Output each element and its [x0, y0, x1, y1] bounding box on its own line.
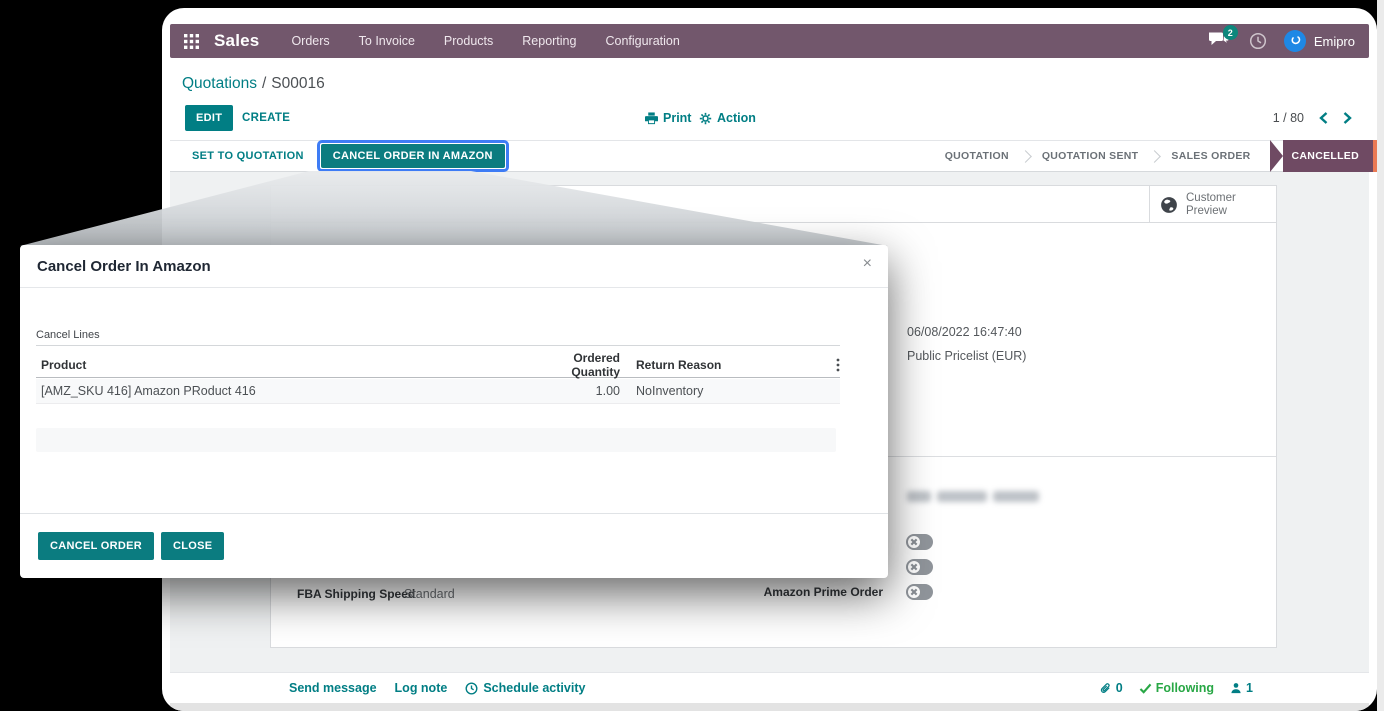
- check-icon: [1139, 683, 1152, 694]
- column-header-ordered-quantity: Ordered Quantity: [571, 350, 620, 379]
- cancel-lines-label: Cancel Lines: [36, 329, 100, 341]
- gear-icon: [699, 112, 712, 124]
- highlight-outline: CANCEL ORDER IN AMAZON: [316, 140, 509, 172]
- toggle-off-icon[interactable]: [906, 559, 933, 575]
- avatar: [1283, 30, 1306, 52]
- printer-icon: [645, 111, 658, 124]
- action-menu[interactable]: Action: [699, 111, 756, 125]
- empty-row-stripe: [36, 428, 836, 452]
- cancel-order-button[interactable]: CANCEL ORDER: [38, 532, 155, 560]
- close-button[interactable]: CLOSE: [161, 532, 225, 560]
- pager-value: 1 / 80: [1272, 111, 1304, 125]
- chatter-actions: Send message Log note Schedule activity: [289, 673, 585, 703]
- cancel-order-modal: Cancel Order In Amazon × Cancel Lines Pr…: [20, 245, 888, 578]
- modal-close-icon[interactable]: ×: [863, 255, 872, 273]
- window-bottom-strip: [170, 703, 1369, 711]
- nav-item-configuration[interactable]: Configuration: [605, 34, 679, 48]
- pager-next-icon[interactable]: [1343, 112, 1352, 124]
- table-row[interactable]: [AMZ_SKU 416] Amazon PRoduct 416 1.00 No…: [36, 379, 840, 404]
- following-button[interactable]: Following: [1139, 681, 1214, 695]
- create-button[interactable]: CREATE: [242, 112, 290, 124]
- cell-return-reason: NoInventory: [636, 384, 704, 398]
- fba-shipping-speed-label: FBA Shipping Speed: [297, 587, 416, 601]
- redacted-value: [907, 491, 1039, 502]
- attachments-button[interactable]: 0: [1099, 681, 1123, 695]
- attachments-count: 0: [1115, 681, 1123, 695]
- print-label: Print: [663, 111, 692, 125]
- schedule-activity-label: Schedule activity: [483, 681, 586, 695]
- sheet-header-row: Customer Preview: [271, 186, 1276, 223]
- breadcrumb: Quotations / S00016: [182, 72, 325, 96]
- column-header-product: Product: [41, 357, 87, 372]
- modal-header: Cancel Order In Amazon ×: [20, 245, 888, 288]
- breadcrumb-quotations-link[interactable]: Quotations: [182, 75, 257, 93]
- apps-menu-icon[interactable]: [184, 33, 199, 49]
- app-title: Sales: [214, 31, 260, 50]
- amazon-prime-order-label: Amazon Prime Order: [763, 585, 883, 599]
- form-statusbar: SET TO QUOTATION CANCEL ORDER IN AMAZON …: [170, 140, 1377, 172]
- nav-item-orders[interactable]: Orders: [291, 34, 329, 48]
- cell-product: [AMZ_SKU 416] Amazon PRoduct 416: [41, 384, 256, 398]
- person-icon: [1231, 683, 1241, 694]
- pager: 1 / 80: [1273, 111, 1352, 125]
- section-separator: [36, 345, 840, 346]
- user-name: Emipro: [1313, 33, 1355, 49]
- control-panel: EDIT CREATE Print Action 1 / 80: [162, 100, 1377, 140]
- emipro-logo-icon: [1291, 36, 1301, 45]
- set-to-quotation-button[interactable]: SET TO QUOTATION: [192, 150, 304, 162]
- chatter-bar: Send message Log note Schedule activity: [170, 673, 1369, 703]
- following-label: Following: [1155, 681, 1215, 695]
- edit-button[interactable]: EDIT: [185, 105, 234, 131]
- toggle-off-icon[interactable]: [906, 534, 933, 550]
- order-date-value: 06/08/2022 16:47:40: [907, 325, 1022, 339]
- activities-clock-icon[interactable]: [1249, 32, 1267, 50]
- screenshot-canvas: Sales Orders To Invoice Products Reporti…: [0, 0, 1384, 711]
- globe-icon: [1161, 196, 1177, 213]
- status-step-cancelled[interactable]: CANCELLED: [1269, 140, 1373, 172]
- cell-ordered-quantity: 1.00: [595, 384, 620, 398]
- messages-count-badge: 2: [1222, 25, 1238, 40]
- print-menu[interactable]: Print: [645, 111, 691, 125]
- nav-item-products[interactable]: Products: [444, 34, 493, 48]
- status-step-quotation-sent[interactable]: QUOTATION SENT: [1031, 150, 1150, 162]
- send-message-button[interactable]: Send message: [289, 681, 377, 695]
- main-navbar: Sales Orders To Invoice Products Reporti…: [170, 24, 1369, 58]
- toggle-off-icon[interactable]: [906, 584, 933, 600]
- action-label: Action: [717, 111, 756, 125]
- status-separator-icon: [1018, 149, 1032, 163]
- status-arrow-icon: [1269, 140, 1283, 172]
- table-header-row: Product Ordered Quantity Return Reason: [36, 350, 840, 379]
- schedule-clock-icon: [465, 682, 478, 694]
- pricelist-value: Public Pricelist (EUR): [907, 349, 1027, 363]
- column-options-icon[interactable]: [818, 358, 840, 372]
- user-menu[interactable]: Emipro: [1283, 30, 1355, 52]
- breadcrumb-separator: /: [261, 75, 267, 92]
- status-pipeline: QUOTATION QUOTATION SENT SALES ORDER CAN…: [934, 140, 1377, 172]
- navbar-systray: 2 Emipro: [1208, 25, 1355, 52]
- cancel-order-in-amazon-button[interactable]: CANCEL ORDER IN AMAZON: [320, 144, 505, 168]
- followers-count: 1: [1246, 681, 1253, 695]
- breadcrumb-current: S00016: [271, 75, 325, 92]
- customer-preview-button[interactable]: Customer Preview: [1149, 186, 1276, 223]
- status-step-sales-order[interactable]: SALES ORDER: [1160, 150, 1261, 162]
- scrollbar-thumb[interactable]: [1373, 140, 1377, 172]
- column-header-return-reason: Return Reason: [636, 357, 722, 372]
- customer-preview-label: Customer Preview: [1186, 191, 1236, 217]
- nav-item-reporting[interactable]: Reporting: [522, 34, 576, 48]
- pager-previous-icon[interactable]: [1319, 112, 1328, 124]
- modal-title: Cancel Order In Amazon: [37, 257, 211, 275]
- status-step-cancelled-label: CANCELLED: [1282, 140, 1373, 172]
- status-step-quotation[interactable]: QUOTATION: [934, 150, 1020, 162]
- followers-button[interactable]: 1: [1230, 681, 1253, 695]
- modal-footer: CANCEL ORDER CLOSE: [20, 513, 888, 578]
- page-background-strip: [1377, 0, 1384, 711]
- messages-icon[interactable]: 2: [1208, 25, 1238, 51]
- fba-shipping-speed-value: Standard: [404, 587, 455, 601]
- schedule-activity-button[interactable]: Schedule activity: [465, 681, 585, 695]
- log-note-button[interactable]: Log note: [395, 681, 448, 695]
- nav-item-to-invoice[interactable]: To Invoice: [359, 34, 415, 48]
- chatter-status: 0 Following 1: [1099, 673, 1253, 703]
- status-separator-icon: [1148, 149, 1162, 163]
- paperclip-icon: [1100, 682, 1110, 693]
